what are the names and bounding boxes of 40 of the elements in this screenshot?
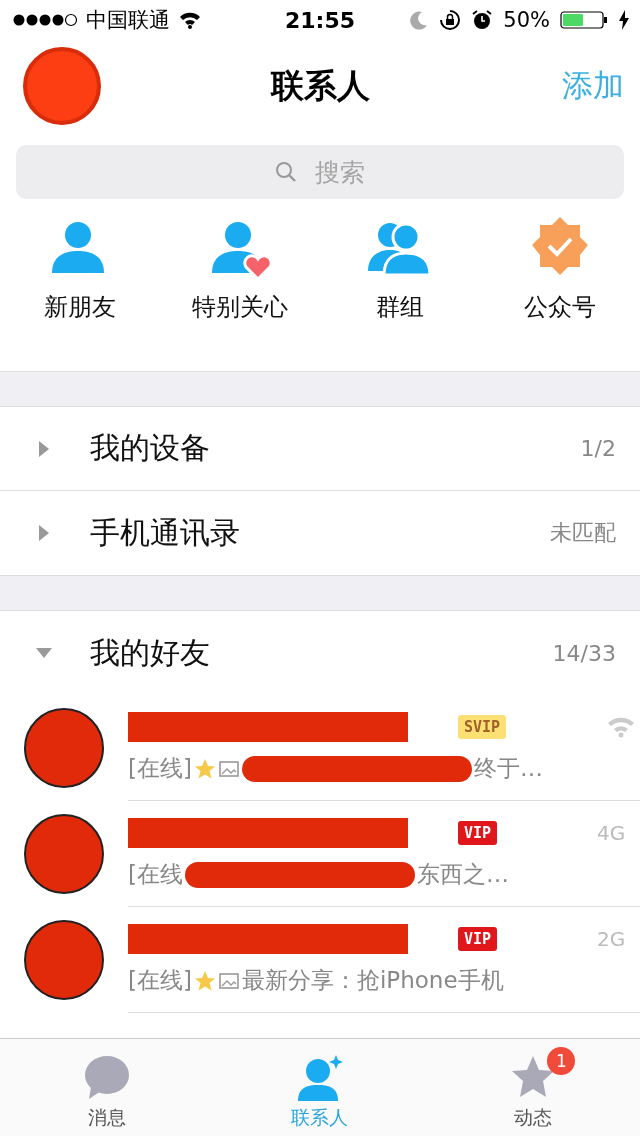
message-preview: 终于… — [473, 754, 543, 783]
clock-time: 21:55 — [285, 7, 355, 33]
group-row[interactable]: 手机通讯录 未匹配 — [0, 491, 640, 575]
tab-button[interactable]: 消息 — [46, 1044, 167, 1131]
vip-badge: VIP — [458, 927, 498, 951]
group-count: 未匹配 — [550, 519, 616, 547]
group-name: 我的好友 — [90, 633, 211, 672]
wifi-icon — [606, 716, 637, 738]
rotation-lock-icon — [439, 9, 462, 31]
message-preview: 最新分享：抢iPhone手机 — [241, 966, 504, 995]
group-count: 14/33 — [552, 640, 616, 666]
page-title: 联系人 — [270, 64, 370, 107]
online-status: [在线] — [128, 966, 192, 995]
tab-button[interactable]: 1 动态 — [473, 1044, 594, 1131]
group-name: 手机通讯录 — [90, 513, 241, 552]
wifi-icon — [178, 11, 202, 29]
online-status: [在线] — [128, 754, 192, 783]
charging-icon — [618, 10, 630, 30]
message-preview: 东西之… — [417, 860, 509, 889]
notification-badge: 1 — [547, 1046, 576, 1075]
online-status: [在线 — [128, 860, 183, 889]
search-icon — [274, 160, 298, 184]
shortcut-button[interactable]: 特别关心 — [165, 215, 315, 351]
moon-icon — [409, 10, 430, 30]
battery-icon — [560, 10, 608, 30]
alarm-icon — [471, 9, 494, 31]
group-name: 我的设备 — [90, 429, 211, 467]
shortcut-button[interactable]: 群组 — [325, 215, 475, 351]
carrier-name: 中国联通 — [86, 7, 170, 34]
signal-icon — [12, 13, 78, 27]
group-count: 1/2 — [580, 436, 616, 461]
shortcut-button[interactable]: 新朋友 — [5, 215, 155, 351]
battery-percent: 50% — [503, 8, 550, 32]
shortcut-button[interactable]: 公众号 — [485, 215, 635, 351]
vip-badge: VIP — [458, 821, 498, 845]
network-label: 2G — [597, 927, 626, 951]
group-row[interactable]: 我的好友 14/33 — [0, 611, 640, 695]
network-label: 4G — [597, 821, 626, 845]
search-field[interactable]: 搜索 — [16, 145, 624, 199]
vip-badge: SVIP — [458, 715, 507, 739]
